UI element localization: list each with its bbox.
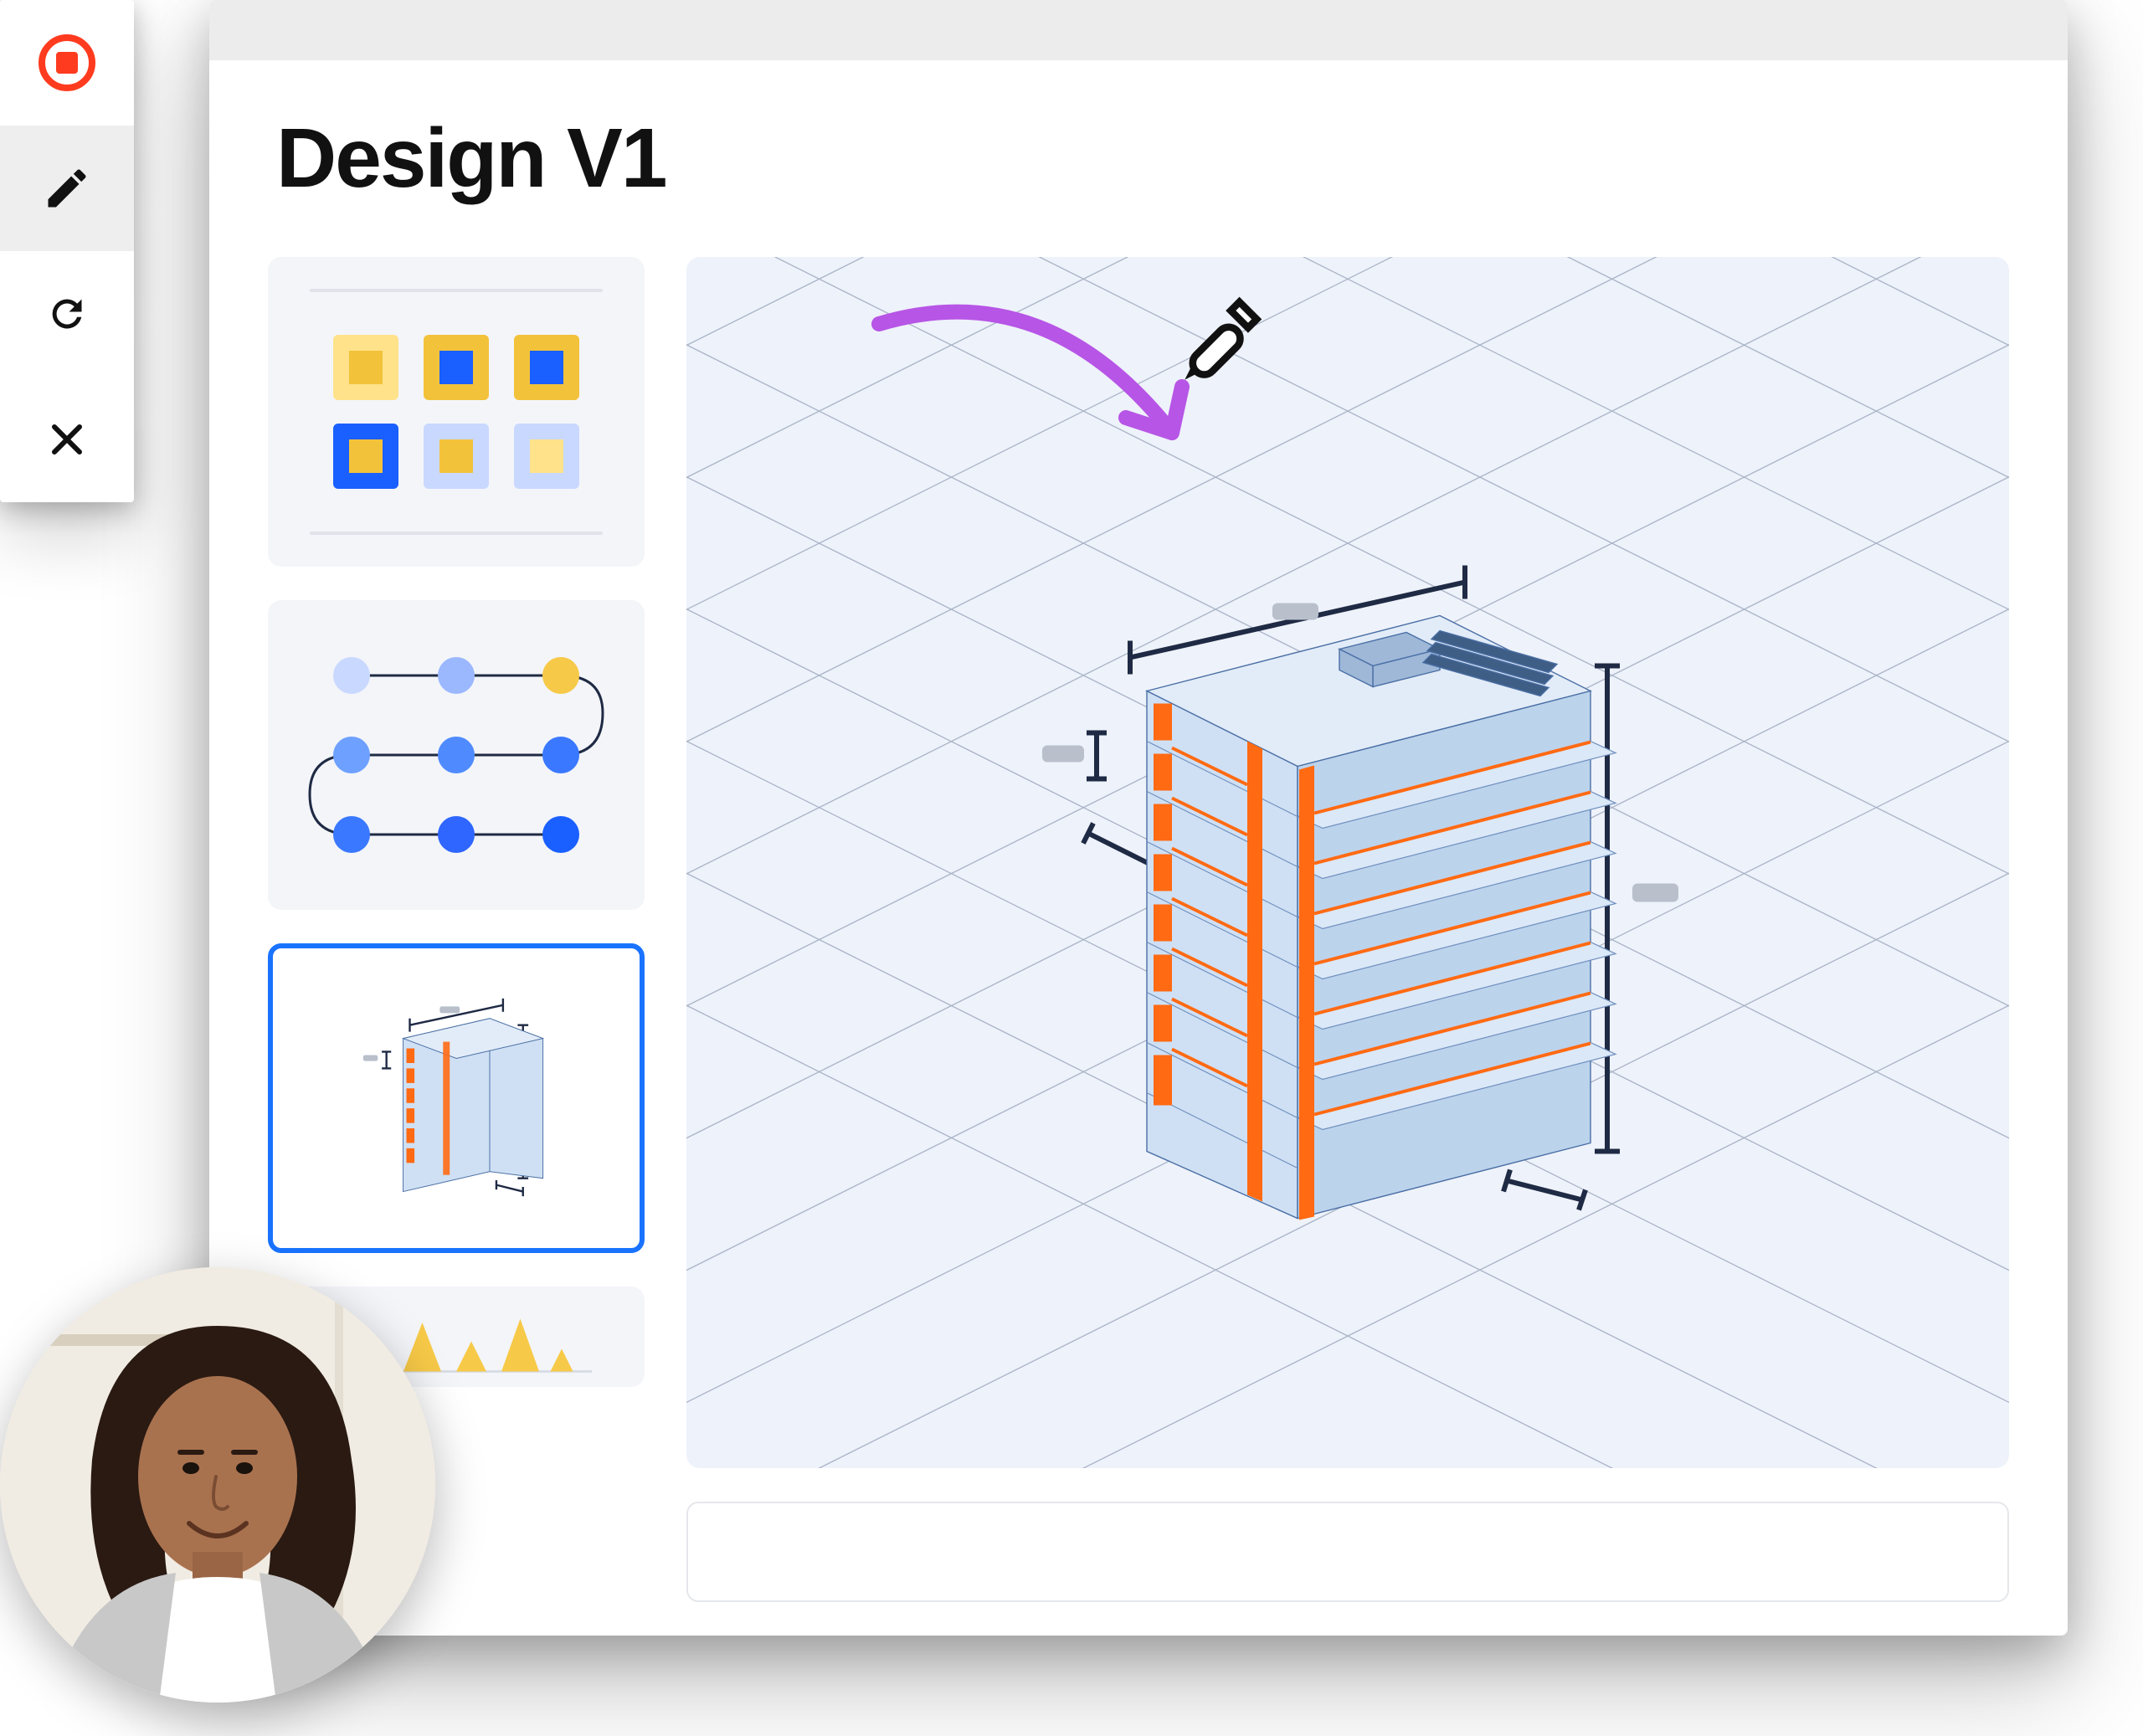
pencil-icon	[42, 163, 92, 213]
thumbnail-swatches[interactable]	[268, 257, 645, 567]
divider-line	[310, 289, 603, 292]
pencil-icon	[1176, 290, 1268, 383]
avatar-image	[0, 1267, 435, 1703]
presenter-avatar[interactable]	[0, 1267, 435, 1703]
window-titlebar[interactable]	[209, 0, 2068, 60]
thumbnail-building[interactable]	[268, 943, 645, 1253]
node-graph-icon	[268, 600, 645, 910]
document-title: Design V1	[209, 60, 2068, 240]
swatch	[333, 424, 398, 489]
annotation-pencil[interactable]	[1176, 290, 1268, 387]
record-button[interactable]	[0, 0, 134, 126]
floating-toolbar	[0, 0, 134, 502]
close-icon	[42, 414, 92, 465]
swatch	[424, 424, 489, 489]
canvas-column	[686, 257, 2009, 1602]
close-button[interactable]	[0, 377, 134, 502]
divider-line	[310, 532, 603, 535]
record-stop-icon	[39, 34, 95, 91]
swatch	[424, 335, 489, 400]
redo-icon	[42, 289, 92, 339]
swatch	[514, 335, 579, 400]
design-window: Design V1	[209, 0, 2068, 1636]
edit-button[interactable]	[0, 126, 134, 251]
swatch	[514, 424, 579, 489]
annotation-arrow[interactable]	[854, 290, 1214, 479]
building-model[interactable]	[971, 566, 1724, 1256]
mini-building-icon	[310, 978, 603, 1218]
main-canvas[interactable]	[686, 257, 2009, 1468]
caption-input[interactable]	[686, 1502, 2009, 1602]
swatch-grid	[310, 323, 603, 501]
content-row	[209, 240, 2068, 1636]
redo-button[interactable]	[0, 251, 134, 377]
swatch	[333, 335, 398, 400]
thumbnail-nodegraph[interactable]	[268, 600, 645, 910]
